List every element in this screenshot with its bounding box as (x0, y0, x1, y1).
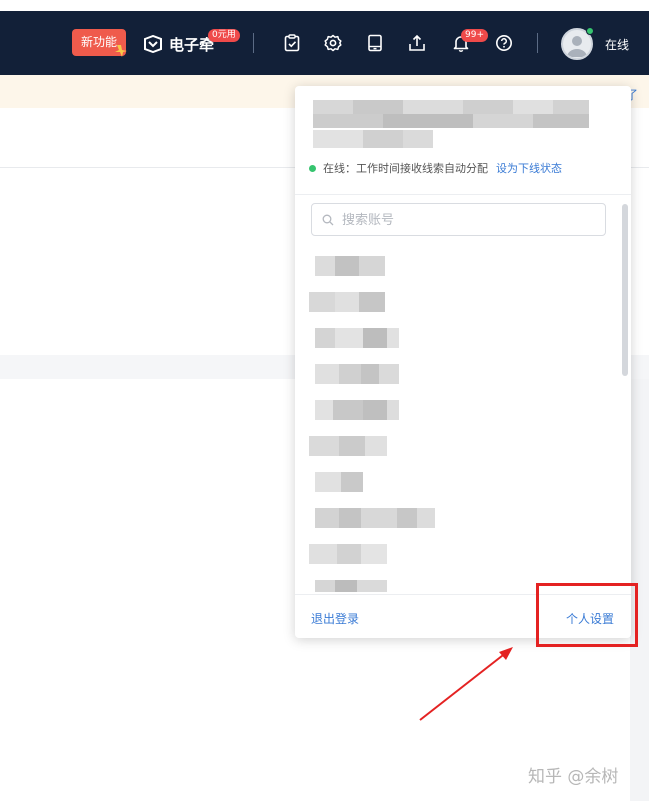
sparkle-icon (115, 45, 127, 57)
upload-icon[interactable] (407, 33, 427, 53)
list-item[interactable] (305, 540, 605, 568)
online-status-dot (586, 27, 594, 35)
toolbar-divider (253, 33, 254, 53)
top-margin (0, 0, 649, 11)
logout-link[interactable]: 退出登录 (311, 610, 359, 627)
help-icon[interactable] (494, 33, 514, 53)
list-item[interactable] (305, 432, 605, 460)
account-dropdown: 在线：工作时间接收线索自动分配 设为下线状态 搜索账号 退出登录 个人设置 (295, 86, 631, 638)
search-input[interactable] (342, 211, 592, 229)
brand-promo-badge: 0元用 (208, 29, 240, 42)
list-item[interactable] (305, 396, 605, 424)
list-item[interactable] (305, 504, 605, 532)
status-description: 在线：工作时间接收线索自动分配 (323, 162, 488, 175)
watermark: 知乎 @余树 (528, 767, 619, 787)
list-item[interactable] (305, 324, 605, 352)
user-status-label[interactable]: 在线 (605, 36, 629, 53)
account-list (305, 244, 615, 592)
search-icon (322, 214, 334, 226)
set-offline-link[interactable]: 设为下线状态 (496, 160, 562, 176)
account-search-box[interactable] (311, 203, 606, 236)
list-item[interactable] (305, 468, 605, 496)
check-clipboard-icon[interactable] (282, 33, 302, 53)
highlight-box (536, 583, 638, 647)
gear-icon[interactable] (323, 33, 343, 53)
notification-badge: 99+ (461, 29, 488, 42)
annotation-arrow (419, 647, 513, 721)
dropdown-scrollbar[interactable] (622, 204, 628, 376)
brand-logo-icon (144, 35, 162, 53)
list-item[interactable] (305, 288, 605, 316)
online-status-row: 在线：工作时间接收线索自动分配 设为下线状态 (309, 160, 562, 176)
list-item[interactable] (305, 252, 605, 280)
list-item[interactable] (305, 360, 605, 388)
online-status-dot (309, 164, 316, 172)
dropdown-divider (295, 194, 631, 195)
toolbar-divider (537, 33, 538, 53)
tablet-icon[interactable] (365, 33, 385, 53)
brand-link[interactable]: 电子牵 (143, 30, 214, 58)
